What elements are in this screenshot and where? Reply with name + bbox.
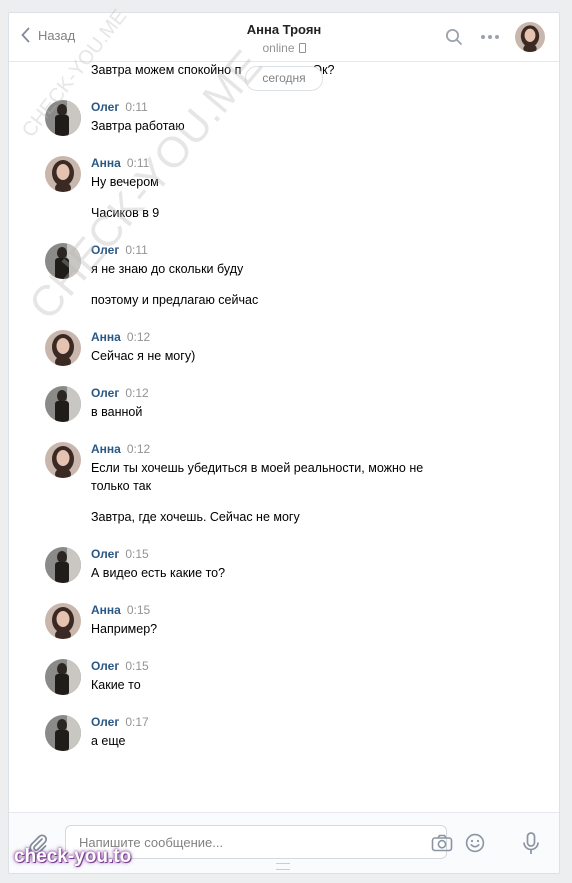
message-composer xyxy=(9,812,559,873)
voice-message-button[interactable] xyxy=(522,832,540,861)
oleg-avatar[interactable] xyxy=(45,386,81,422)
oleg-avatar[interactable] xyxy=(45,659,81,695)
author-name[interactable]: Олег xyxy=(91,100,119,114)
message-text: А видео есть какие то? xyxy=(91,566,226,580)
message-input[interactable] xyxy=(65,825,447,859)
message-time[interactable]: 0:11 xyxy=(127,156,149,170)
message-text: а еще xyxy=(91,734,126,748)
more-button[interactable] xyxy=(479,26,501,48)
phone-icon xyxy=(298,43,306,53)
anna-avatar[interactable] xyxy=(45,442,81,478)
anna-avatar-image xyxy=(515,22,545,52)
message-text: Ну вечером xyxy=(91,175,159,189)
oleg-avatar[interactable] xyxy=(45,547,81,583)
anna-avatar-image xyxy=(45,442,81,478)
search-button[interactable] xyxy=(443,26,465,48)
anna-avatar-image xyxy=(45,330,81,366)
message-time[interactable]: 0:12 xyxy=(127,442,150,456)
message-text: Завтра, где хочешь. Сейчас не могу xyxy=(91,510,300,524)
oleg-avatar-image xyxy=(45,243,81,279)
message-text: Часиков в 9 xyxy=(91,206,160,220)
message-time[interactable]: 0:15 xyxy=(125,547,148,561)
author-name[interactable]: Анна xyxy=(91,442,121,456)
oleg-avatar-image xyxy=(45,100,81,136)
author-name[interactable]: Олег xyxy=(91,715,119,729)
oleg-avatar[interactable] xyxy=(45,100,81,136)
anna-avatar[interactable] xyxy=(45,156,81,192)
message-text: Завтра работаю xyxy=(91,119,185,133)
camera-button[interactable] xyxy=(431,834,453,857)
message-text: Сейчас я не могу) xyxy=(91,349,196,363)
author-name[interactable]: Анна xyxy=(91,156,121,170)
author-name[interactable]: Олег xyxy=(91,243,119,257)
contact-avatar[interactable] xyxy=(515,22,545,52)
microphone-icon xyxy=(523,832,539,854)
author-name[interactable]: Анна xyxy=(91,603,121,617)
message-text: Например? xyxy=(91,622,158,636)
partial-text-a: Завтра можем спокойно п xyxy=(91,63,242,77)
anna-avatar[interactable] xyxy=(45,330,81,366)
search-icon xyxy=(446,29,462,45)
message-time[interactable]: 0:12 xyxy=(125,386,148,400)
anna-avatar[interactable] xyxy=(45,603,81,639)
message-time[interactable]: 0:15 xyxy=(125,659,148,673)
message-text: Если ты хочешь убедиться в моей реальнос… xyxy=(91,461,424,493)
smile-icon xyxy=(465,833,485,853)
oleg-avatar[interactable] xyxy=(45,715,81,751)
chat-window: Назад Анна Троян online Завтра можем спо… xyxy=(8,12,560,874)
message-time[interactable]: 0:17 xyxy=(125,715,148,729)
oleg-avatar-image xyxy=(45,659,81,695)
paperclip-icon xyxy=(29,834,48,855)
anna-avatar-image xyxy=(45,156,81,192)
message-time[interactable]: 0:11 xyxy=(125,100,147,114)
oleg-avatar-image xyxy=(45,715,81,751)
more-icon xyxy=(481,35,499,39)
message-list[interactable]: Завтра можем спокойно п Ок? сегодня Олег… xyxy=(9,62,559,813)
message-time[interactable]: 0:12 xyxy=(127,330,150,344)
author-name[interactable]: Анна xyxy=(91,330,121,344)
chat-header: Назад Анна Троян online xyxy=(9,13,559,62)
message-text: Какие то xyxy=(91,678,141,692)
attach-button[interactable] xyxy=(27,833,49,860)
oleg-avatar[interactable] xyxy=(45,243,81,279)
author-name[interactable]: Олег xyxy=(91,659,119,673)
message-time[interactable]: 0:15 xyxy=(127,603,150,617)
camera-icon xyxy=(431,834,453,852)
resize-handle[interactable] xyxy=(276,863,290,870)
emoji-button[interactable] xyxy=(465,833,485,858)
oleg-avatar-image xyxy=(45,386,81,422)
anna-avatar-image xyxy=(45,603,81,639)
date-divider: сегодня xyxy=(245,66,323,91)
status-label: online xyxy=(262,41,295,55)
message-text: я не знаю до скольки буду xyxy=(91,262,244,276)
author-name[interactable]: Олег xyxy=(91,547,119,561)
author-name[interactable]: Олег xyxy=(91,386,119,400)
message-text: поэтому и предлагаю сейчас xyxy=(91,293,259,307)
message-time[interactable]: 0:11 xyxy=(125,243,147,257)
message-text: в ванной xyxy=(91,405,143,419)
oleg-avatar-image xyxy=(45,547,81,583)
